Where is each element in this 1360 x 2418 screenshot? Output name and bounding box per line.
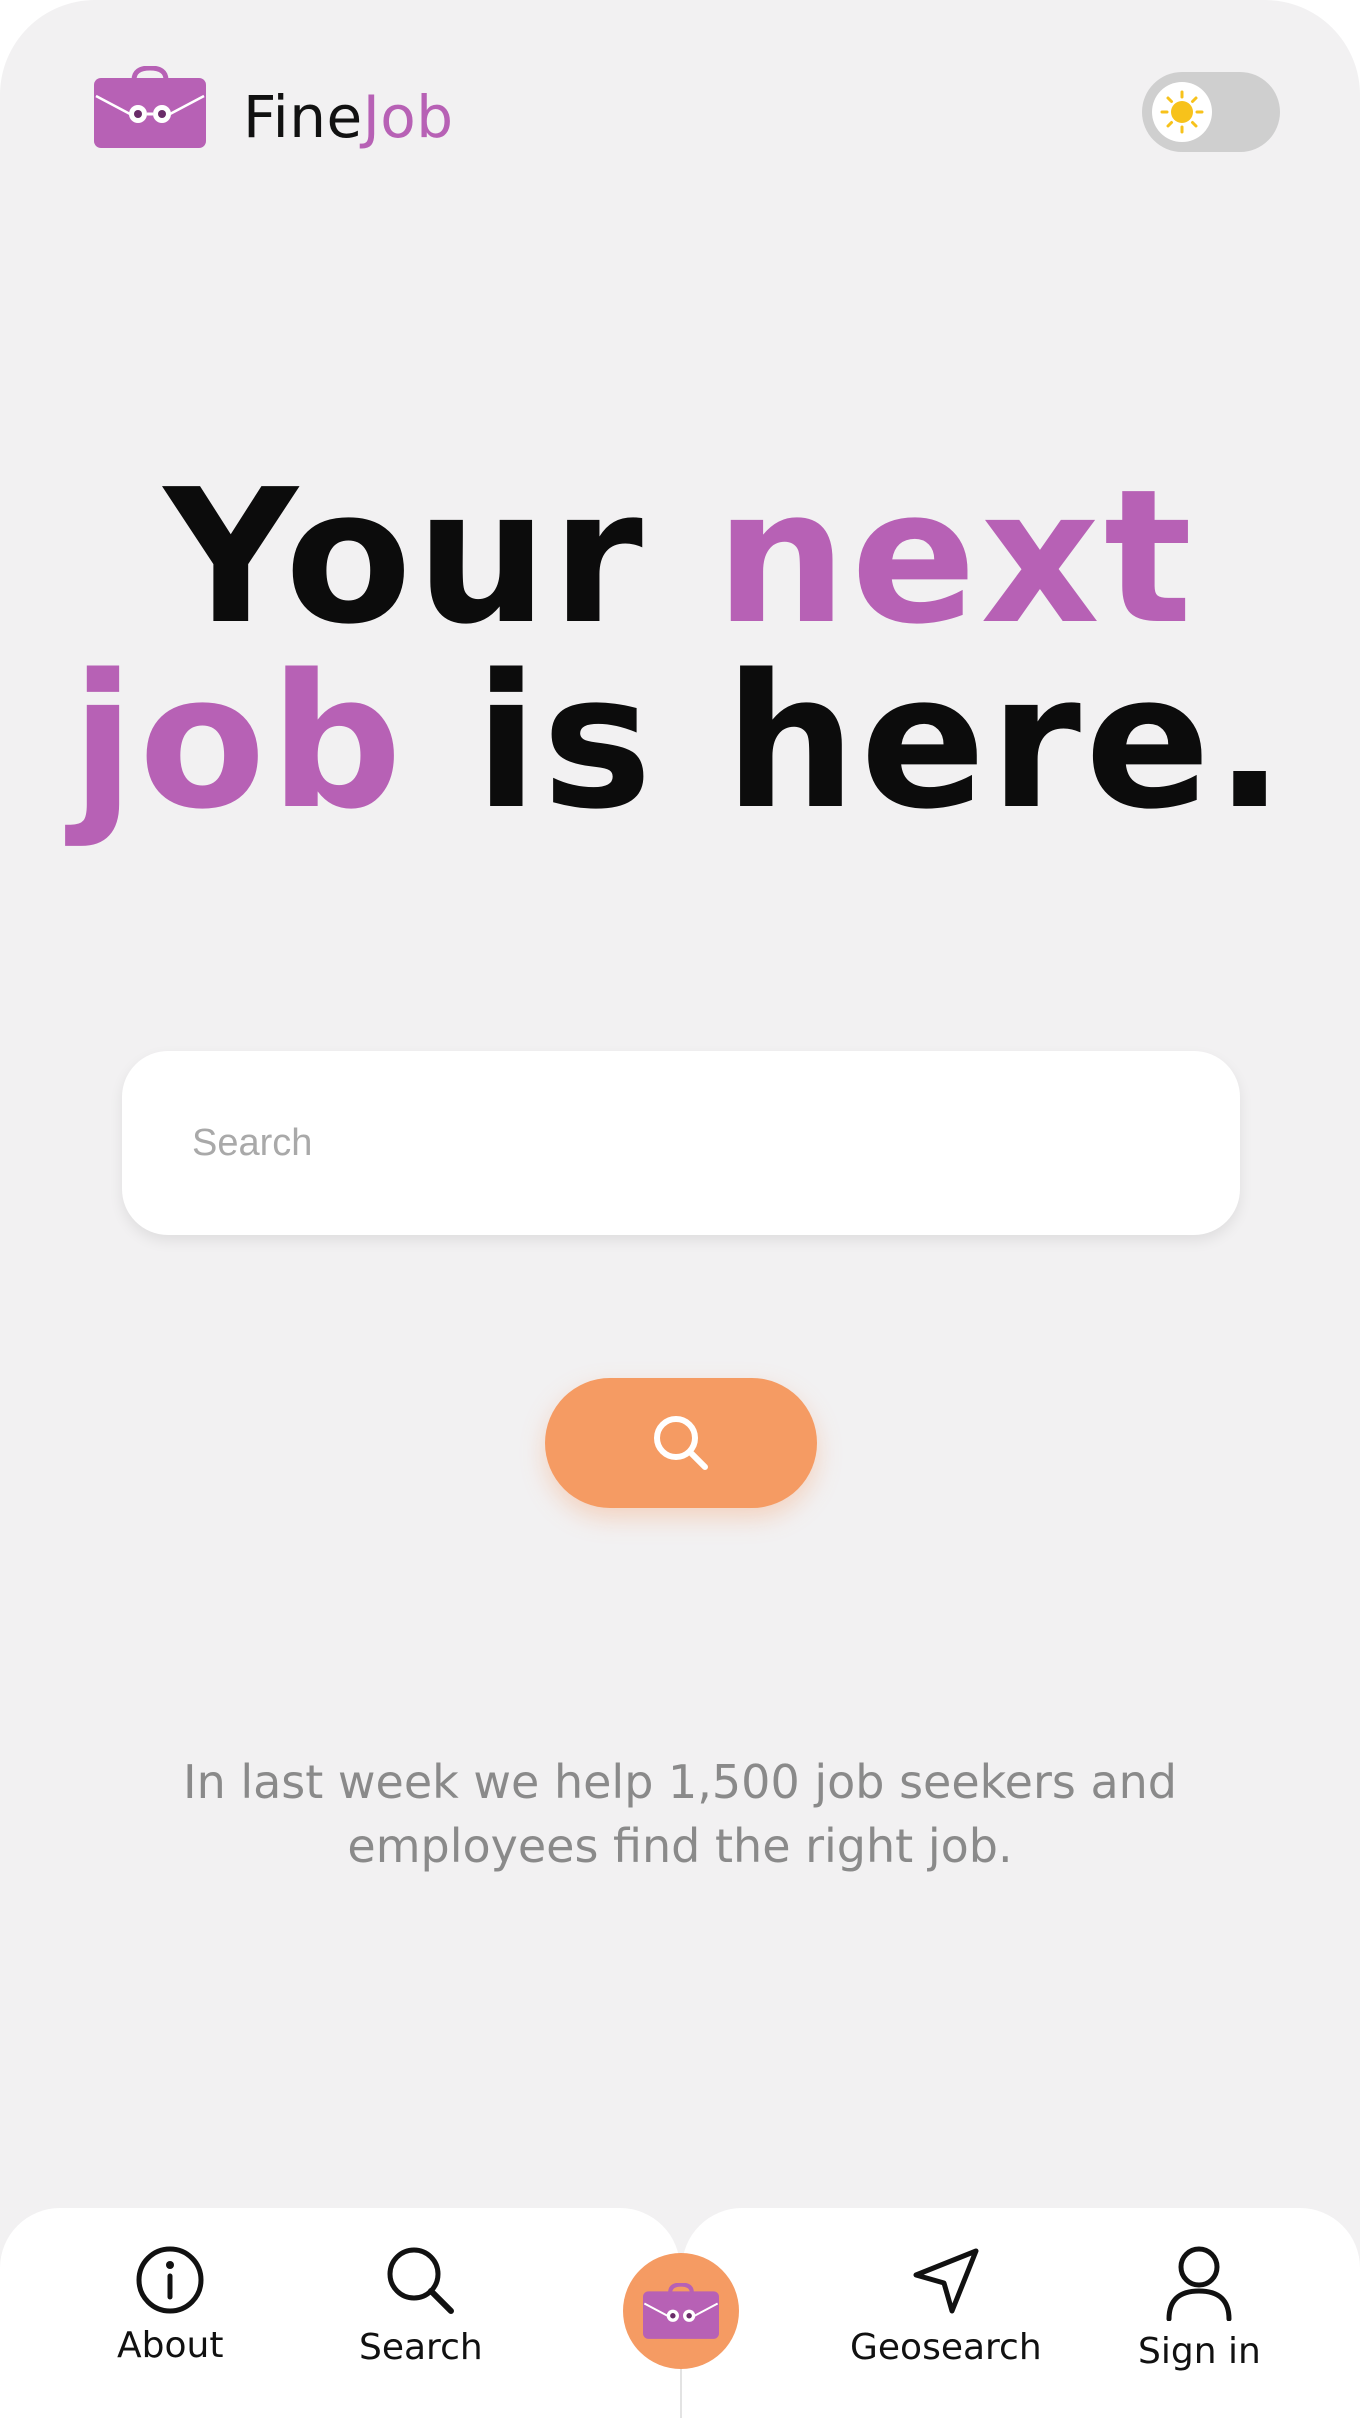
sun-icon [1160,90,1204,134]
briefcase-eyes-icon [643,2283,719,2339]
hero-line-2: job is here. [0,650,1360,835]
nav-label-geosearch: Geosearch [850,2327,1042,2368]
nav-label-about: About [117,2325,224,2366]
nav-label-search: Search [359,2327,483,2368]
nav-label-sign-in: Sign in [1138,2331,1261,2372]
nav-item-search[interactable]: Search [359,2245,483,2368]
toggle-knob [1152,82,1212,142]
search-icon [654,1416,708,1470]
nav-item-about[interactable]: About [117,2245,223,2366]
hero-text: is here. [406,634,1289,850]
search-icon [387,2247,454,2314]
hero-line-1: Your next [0,465,1360,650]
brand-name-part2: Job [362,83,454,151]
theme-toggle[interactable] [1142,72,1280,152]
brand-name[interactable]: FineJob [243,82,454,152]
user-icon [1166,2246,1232,2321]
location-arrow-icon [913,2248,979,2314]
hero-accent-text: next [715,449,1197,665]
bottom-nav-left [0,2208,680,2418]
brand-name-part1: Fine [243,83,363,151]
hero-accent-text: job [71,634,407,850]
hero-text: Your [163,449,716,665]
search-button[interactable] [545,1378,817,1508]
info-icon [136,2246,204,2314]
search-input[interactable] [122,1051,1240,1235]
tagline: In last week we help 1,500 job seekers a… [183,1755,1177,1873]
nav-item-geosearch[interactable]: Geosearch [850,2245,1042,2368]
nav-home-button[interactable] [623,2253,739,2369]
nav-item-sign-in[interactable]: Sign in [1138,2245,1261,2372]
briefcase-logo-icon[interactable] [94,66,206,148]
app-screen: FineJob Your next job is here. Search In… [0,0,1360,2418]
hero-heading: Your next job is here. [0,465,1360,835]
